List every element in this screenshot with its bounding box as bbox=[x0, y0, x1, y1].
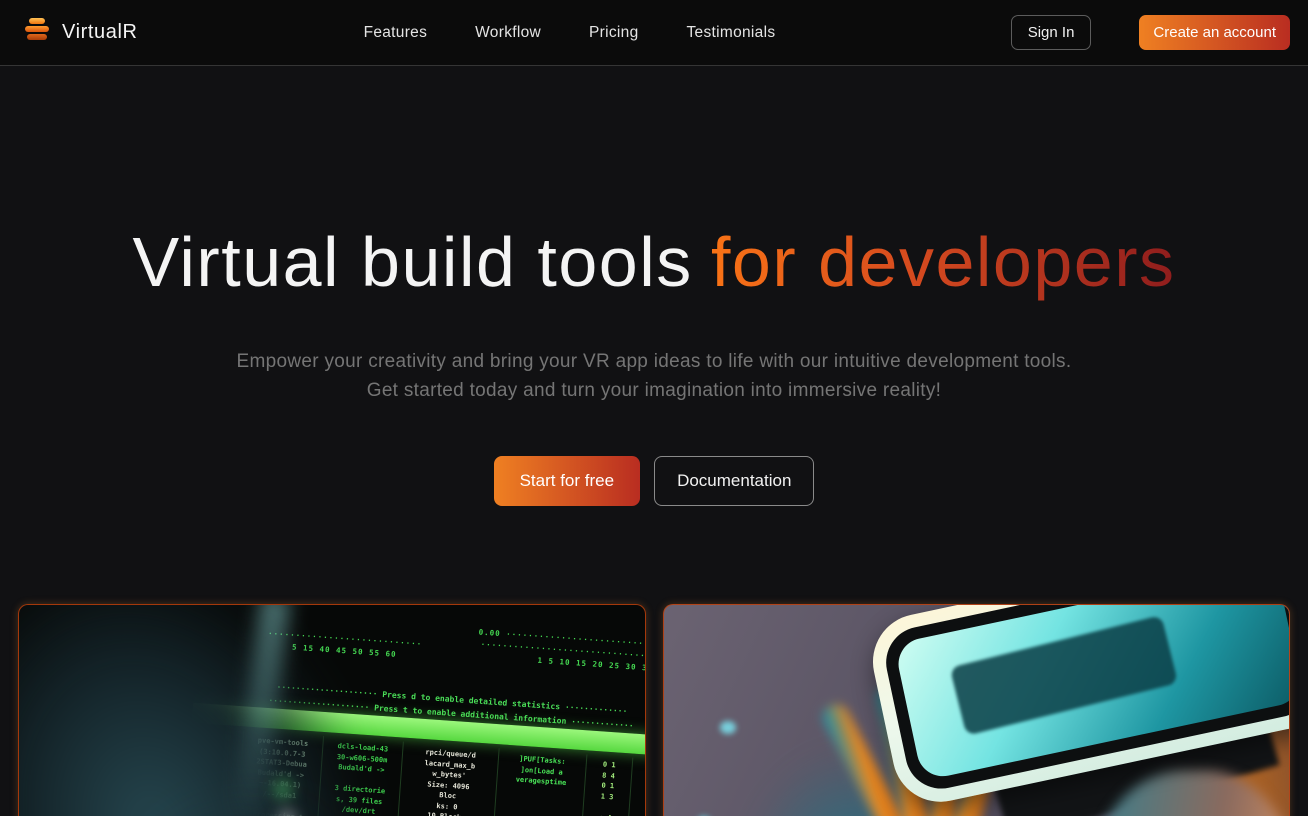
virtualr-logo-icon bbox=[22, 17, 52, 48]
start-for-free-button[interactable]: Start for free bbox=[494, 456, 640, 506]
sign-in-button[interactable]: Sign In bbox=[1011, 15, 1092, 50]
nav-link-features[interactable]: Features bbox=[364, 24, 428, 42]
vignette-overlay bbox=[664, 605, 1290, 816]
hero-title-white: Virtual build tools bbox=[132, 223, 692, 301]
create-account-button[interactable]: Create an account bbox=[1139, 15, 1290, 50]
vr-headset-image bbox=[663, 604, 1291, 816]
cta-row: Start for free Documentation bbox=[0, 456, 1308, 506]
terminal-ruler-right: 0.00 ···································… bbox=[477, 626, 646, 678]
terminal-column: TASKS 11 No source tempe > t hrs 'rocess… bbox=[145, 725, 244, 816]
hero-title: Virtual build toolsfor developers bbox=[0, 224, 1308, 301]
hero-title-gradient: for developers bbox=[711, 223, 1176, 301]
hero-subtitle-line2: Get started today and turn your imaginat… bbox=[367, 380, 942, 401]
nav-links: Features Workflow Pricing Testimonials bbox=[364, 24, 776, 42]
brand-name: VirtualR bbox=[62, 21, 138, 44]
brand-logo[interactable]: VirtualR bbox=[22, 17, 138, 48]
navbar: VirtualR Features Workflow Pricing Testi… bbox=[0, 0, 1308, 66]
nav-link-pricing[interactable]: Pricing bbox=[589, 24, 638, 42]
documentation-button[interactable]: Documentation bbox=[654, 456, 814, 506]
terminal-screen-image: ···························· 5 15 40 45 … bbox=[18, 604, 646, 816]
nav-link-testimonials[interactable]: Testimonials bbox=[687, 24, 776, 42]
nav-link-workflow[interactable]: Workflow bbox=[475, 24, 541, 42]
hero-section: Virtual build toolsfor developers Empowe… bbox=[0, 224, 1308, 816]
hero-subtitle: Empower your creativity and bring your V… bbox=[0, 347, 1308, 406]
media-row: ···························· 5 15 40 45 … bbox=[0, 604, 1308, 816]
nav-actions: Sign In Create an account bbox=[1011, 15, 1290, 50]
terminal-ruler-left: ···························· 5 15 40 45 … bbox=[267, 628, 423, 663]
terminal-content: ···························· 5 15 40 45 … bbox=[18, 604, 646, 816]
hero-subtitle-line1: Empower your creativity and bring your V… bbox=[237, 351, 1072, 372]
